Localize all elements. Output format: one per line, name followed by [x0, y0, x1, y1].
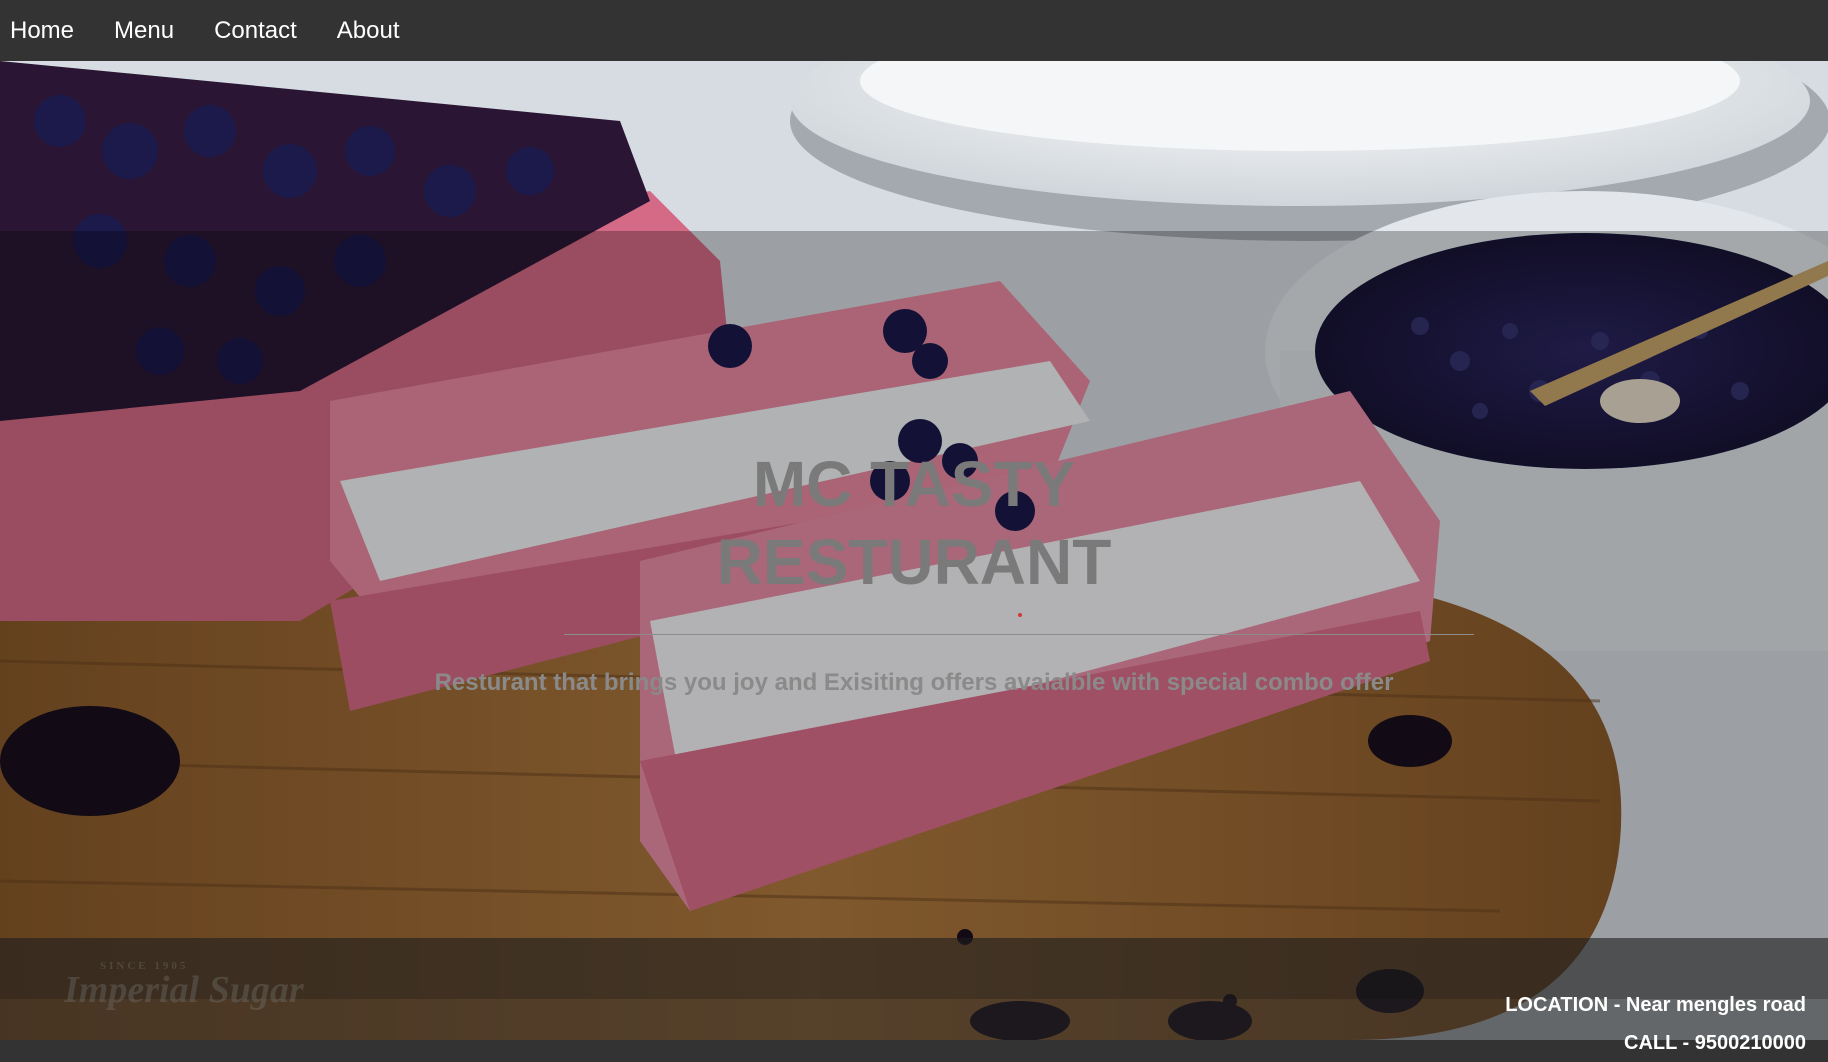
hero-divider: [564, 634, 1474, 635]
hero-subtitle: Resturant that brings you joy and Exisit…: [434, 669, 1394, 696]
footer-location: LOCATION - Near mengles road: [1505, 994, 1806, 1016]
top-nav: Home Menu Contact About: [0, 0, 1828, 61]
nav-home-link[interactable]: Home: [10, 17, 74, 45]
nav-menu-link[interactable]: Menu: [114, 17, 174, 45]
hero-title: MC TASTY RESTURANT: [0, 445, 1828, 601]
footer-contact-info: LOCATION - Near mengles road CALL - 9500…: [1505, 986, 1806, 1062]
nav-contact-link[interactable]: Contact: [214, 17, 297, 45]
nav-about-link[interactable]: About: [337, 17, 400, 45]
hero-title-line2: RESTURANT: [716, 526, 1112, 598]
hero-overlay-band: [0, 231, 1828, 999]
footer-call: CALL - 9500210000: [1624, 1032, 1806, 1054]
hero-title-line1: MC TASTY: [752, 448, 1076, 520]
footer: SINCE 1905 Imperial Sugar LOCATION - Nea…: [0, 938, 1828, 1054]
decorative-dot: [1018, 613, 1022, 617]
logo-text: Imperial Sugar: [64, 969, 304, 1011]
brand-logo: SINCE 1905 Imperial Sugar: [64, 960, 304, 1011]
